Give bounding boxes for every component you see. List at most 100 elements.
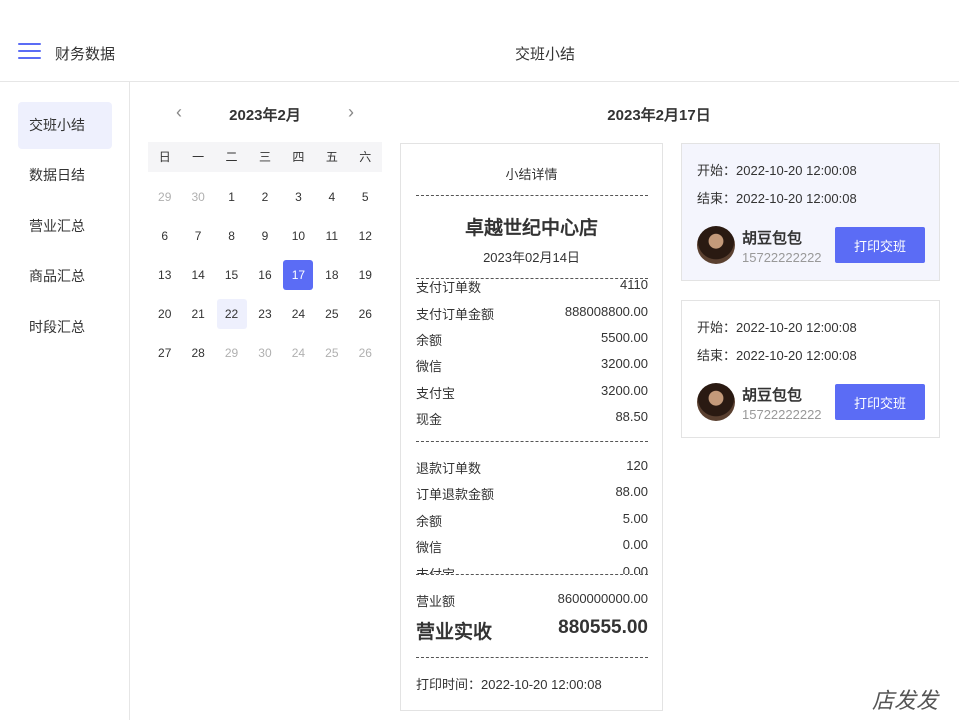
calendar-day-number: 30 bbox=[191, 189, 205, 204]
calendar-day[interactable]: 7 bbox=[181, 216, 214, 255]
shift-card[interactable]: 开始：2022-10-20 12:00:08 结束：2022-10-20 12:… bbox=[681, 143, 940, 281]
calendar-day[interactable]: 20 bbox=[148, 294, 181, 333]
app-title: 财务数据 bbox=[55, 46, 116, 63]
calendar-day[interactable]: 26 bbox=[349, 333, 382, 372]
calendar-day[interactable]: 3 bbox=[282, 177, 315, 216]
top-header: 财务数据 交班小结 bbox=[0, 0, 959, 82]
calendar-day-number: 25 bbox=[325, 306, 339, 321]
calendar-day-number: 26 bbox=[358, 306, 372, 321]
sidebar-item-daily-data[interactable]: 数据日结 bbox=[18, 152, 112, 199]
dashed-divider bbox=[416, 657, 648, 658]
calendar-day[interactable]: 27 bbox=[148, 333, 181, 372]
shift-start-time: 开始：2022-10-20 12:00:08 bbox=[697, 163, 857, 178]
calendar-day-number: 6 bbox=[161, 228, 169, 243]
calendar-day[interactable]: 28 bbox=[181, 333, 214, 372]
calendar-day[interactable]: 18 bbox=[315, 255, 348, 294]
calendar-weekdays: 日 一 二 三 四 五 六 bbox=[148, 142, 382, 172]
calendar-day[interactable]: 12 bbox=[349, 216, 382, 255]
calendar-day-number: 23 bbox=[258, 306, 272, 321]
calendar-day-number: 29 bbox=[224, 345, 239, 360]
calendar-day-number: 15 bbox=[224, 267, 239, 282]
weekday-label: 五 bbox=[325, 150, 338, 164]
calendar-day-number: 17 bbox=[283, 259, 314, 290]
print-shift-button[interactable]: 打印交班 bbox=[835, 227, 925, 263]
calendar-day-number: 9 bbox=[261, 228, 269, 243]
calendar-day[interactable]: 19 bbox=[349, 255, 382, 294]
calendar-days-grid: 29 30 1 2 3 4 5 6 7 8 9 10 11 12 13 14 15 16 17 18 19 20 21 22 2… bbox=[148, 177, 382, 372]
row-label: 订单退款金额 bbox=[416, 487, 495, 502]
weekday-label: 二 bbox=[225, 150, 238, 164]
calendar-day-number: 29 bbox=[158, 189, 172, 204]
chevron-right-icon[interactable]: › bbox=[341, 102, 361, 123]
selected-date-title: 2023年2月17日 bbox=[607, 107, 711, 124]
shift-start-time: 开始：2022-10-20 12:00:08 bbox=[697, 320, 857, 335]
refund-row: 余额 5.00 bbox=[416, 511, 648, 529]
chevron-left-icon[interactable]: ‹ bbox=[169, 102, 189, 123]
user-phone: 15722222222 bbox=[742, 407, 822, 422]
calendar-day-number: 18 bbox=[325, 267, 339, 282]
sidebar-item-period-summary[interactable]: 时段汇总 bbox=[18, 304, 112, 351]
user-phone: 15722222222 bbox=[742, 250, 822, 265]
avatar bbox=[697, 383, 735, 421]
calendar-day-today[interactable]: 22 bbox=[215, 294, 248, 333]
calendar-day[interactable]: 24 bbox=[282, 333, 315, 372]
shift-card[interactable]: 开始：2022-10-20 12:00:08 结束：2022-10-20 12:… bbox=[681, 300, 940, 438]
calendar-day-number: 12 bbox=[358, 228, 372, 243]
calendar-day[interactable]: 21 bbox=[181, 294, 214, 333]
calendar-day[interactable]: 9 bbox=[248, 216, 281, 255]
calendar-day[interactable]: 30 bbox=[248, 333, 281, 372]
calendar-day[interactable]: 2 bbox=[248, 177, 281, 216]
calendar-day-number: 3 bbox=[295, 189, 302, 204]
weekday-label: 一 bbox=[192, 150, 205, 164]
calendar-day-number: 21 bbox=[191, 306, 205, 321]
watermark-logo: 店发发 bbox=[872, 689, 939, 714]
weekday-label: 四 bbox=[292, 150, 305, 164]
calendar-day[interactable]: 29 bbox=[215, 333, 248, 372]
summary-receipt: 小结详情 卓越世纪中心店 2023年02月14日 支付订单数 4110 支付订单… bbox=[400, 143, 663, 711]
refund-row: 订单退款金额 88.00 bbox=[416, 484, 648, 502]
calendar-day[interactable]: 25 bbox=[315, 333, 348, 372]
calendar-day[interactable]: 24 bbox=[282, 294, 315, 333]
calendar-day-number: 24 bbox=[291, 345, 306, 360]
calendar-day[interactable]: 13 bbox=[148, 255, 181, 294]
calendar-day[interactable]: 25 bbox=[315, 294, 348, 333]
row-value: 5.00 bbox=[622, 511, 648, 526]
calendar-day-number: 16 bbox=[258, 267, 272, 282]
sidebar-item-business-summary[interactable]: 营业汇总 bbox=[18, 203, 112, 250]
actual-income-label: 营业实收 bbox=[416, 622, 493, 643]
row-label: 支付宝 bbox=[416, 564, 455, 574]
calendar-day[interactable]: 15 bbox=[215, 255, 248, 294]
print-time: 打印时间：2022-10-20 12:00:08 bbox=[416, 677, 602, 692]
calendar-day[interactable]: 30 bbox=[181, 177, 214, 216]
refund-section: 退款订单数 120 订单退款金额 88.00 余额 5.00 微信 0.00 支… bbox=[401, 144, 662, 574]
calendar-day[interactable]: 1 bbox=[215, 177, 248, 216]
dashed-divider bbox=[416, 574, 648, 575]
avatar bbox=[697, 226, 735, 264]
calendar-day-number: 25 bbox=[325, 345, 339, 360]
user-name: 胡豆包包 bbox=[742, 230, 803, 247]
calendar-day-number: 27 bbox=[158, 345, 172, 360]
row-value: 120 bbox=[626, 458, 648, 473]
page-title: 交班小结 bbox=[514, 46, 575, 63]
row-label: 余额 bbox=[416, 514, 443, 529]
calendar-day[interactable]: 10 bbox=[282, 216, 315, 255]
calendar-day[interactable]: 11 bbox=[315, 216, 348, 255]
calendar-day[interactable]: 29 bbox=[148, 177, 181, 216]
calendar-day[interactable]: 5 bbox=[349, 177, 382, 216]
calendar-day[interactable]: 26 bbox=[349, 294, 382, 333]
calendar-day[interactable]: 23 bbox=[248, 294, 281, 333]
sidebar-item-product-summary[interactable]: 商品汇总 bbox=[18, 253, 112, 300]
calendar-day-selected[interactable]: 17 bbox=[282, 255, 315, 294]
calendar-day[interactable]: 6 bbox=[148, 216, 181, 255]
calendar-day-number: 19 bbox=[358, 267, 372, 282]
calendar-day[interactable]: 14 bbox=[181, 255, 214, 294]
calendar-day[interactable]: 8 bbox=[215, 216, 248, 255]
print-shift-button[interactable]: 打印交班 bbox=[835, 384, 925, 420]
sidebar-item-shift-summary[interactable]: 交班小结 bbox=[18, 102, 112, 149]
calendar-day[interactable]: 4 bbox=[315, 177, 348, 216]
calendar-day[interactable]: 16 bbox=[248, 255, 281, 294]
calendar-day-number: 13 bbox=[158, 267, 172, 282]
refund-row: 退款订单数 120 bbox=[416, 458, 648, 476]
hamburger-menu-icon[interactable] bbox=[18, 43, 41, 61]
row-label: 微信 bbox=[416, 540, 443, 555]
